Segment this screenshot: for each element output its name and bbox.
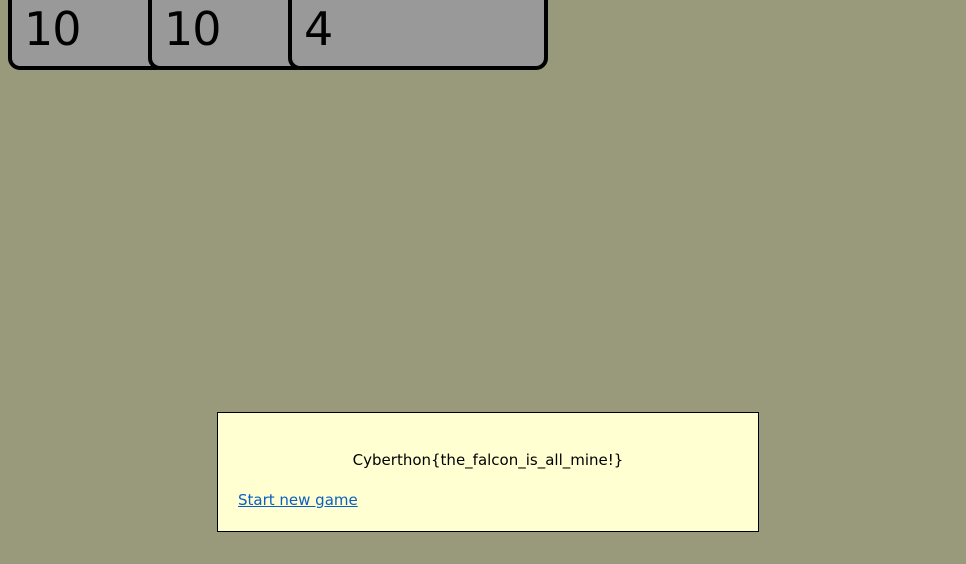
- card-row: 10 10 4: [8, 0, 548, 78]
- card-value: 10: [164, 2, 222, 56]
- start-new-game-link[interactable]: Start new game: [238, 491, 358, 509]
- card-value: 10: [24, 2, 82, 56]
- game-over-dialog: Cyberthon{the_falcon_is_all_mine!} Start…: [217, 412, 759, 532]
- card[interactable]: 4: [288, 0, 548, 70]
- card-value: 4: [304, 2, 333, 56]
- card[interactable]: 10: [8, 0, 168, 70]
- card[interactable]: 10: [148, 0, 308, 70]
- flag-message: Cyberthon{the_falcon_is_all_mine!}: [352, 451, 624, 469]
